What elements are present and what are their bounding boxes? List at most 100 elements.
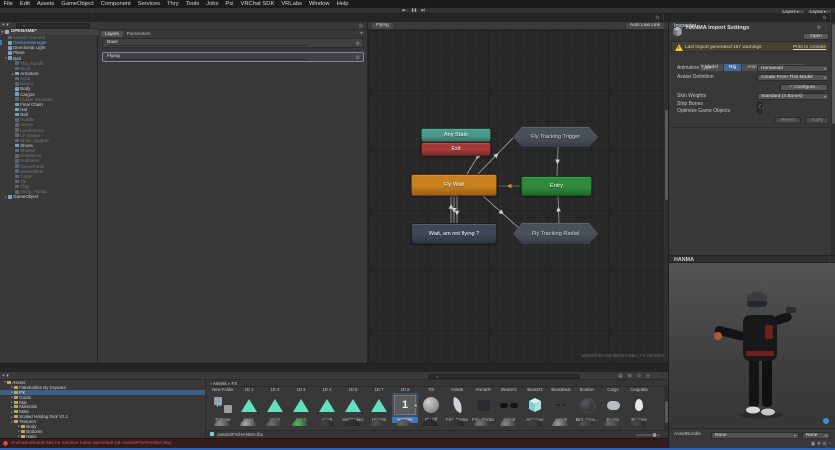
- menu-window[interactable]: Window: [305, 0, 333, 8]
- asset-thumbnail-fxbase[interactable]: ⇄: [210, 393, 236, 417]
- strip-bones-checkbox[interactable]: [757, 102, 762, 107]
- menu-component[interactable]: Component: [97, 0, 134, 8]
- auto-live-link-button[interactable]: Auto Live Link: [626, 23, 664, 29]
- clipped-asset-thumbnail[interactable]: [422, 419, 438, 426]
- layout-dropdown[interactable]: Layout ▾: [807, 9, 832, 14]
- hierarchy-search-input[interactable]: ⌕: [16, 23, 90, 28]
- avatar-definition-dropdown[interactable]: Create From This Model▾: [757, 74, 829, 81]
- clipped-asset-thumbnail[interactable]: [292, 419, 308, 426]
- animation-type-dropdown[interactable]: Humanoid▾: [757, 65, 829, 72]
- menu-tools[interactable]: Tools: [182, 0, 203, 8]
- project-breadcrumb[interactable]: ▾ Assets ▸ FX: [206, 380, 668, 387]
- kebab-menu-icon[interactable]: ⋮: [824, 25, 829, 31]
- status-bar[interactable]: ! AnimationEvent has no function name sp…: [0, 438, 668, 448]
- clipped-asset-thumbnail[interactable]: [526, 419, 542, 426]
- pause-button[interactable]: ❚❚: [410, 8, 419, 13]
- graph-breadcrumb[interactable]: Flying: [372, 23, 393, 29]
- clipped-asset-thumbnail[interactable]: [240, 419, 256, 426]
- animator-graph[interactable]: Any StateExit Fly Tracking Trigger Fly Wai…: [368, 30, 668, 363]
- lock-icon[interactable]: ⊙: [655, 15, 659, 21]
- subtab-parameters[interactable]: Parameters: [123, 31, 155, 37]
- menu-vrlabs[interactable]: VRLabs: [278, 0, 306, 8]
- gear-icon[interactable]: ⚙: [356, 41, 360, 47]
- asset-thumbnail-hair2[interactable]: [262, 393, 288, 417]
- add-layer-button[interactable]: +: [359, 31, 363, 37]
- optimize-checkbox[interactable]: [757, 109, 762, 114]
- asset-thumbnail-hanma[interactable]: 1: [392, 393, 418, 417]
- clipped-asset-thumbnail[interactable]: [266, 419, 282, 426]
- project-toolbar-icons[interactable]: ▤ ⊞ ⊙ ◎ ⋮: [618, 373, 662, 379]
- subtab-layers[interactable]: Layers: [101, 31, 123, 37]
- state-node-fly-tracking-trigger[interactable]: Fly Tracking Trigger: [513, 127, 598, 147]
- inspector-footer-icons[interactable]: ▣ ✚ ⊞ ◔: [811, 441, 831, 447]
- state-node-exit[interactable]: Exit: [421, 142, 491, 156]
- menu-psi[interactable]: Psi: [222, 0, 237, 8]
- gear-icon[interactable]: ⚙: [817, 25, 821, 31]
- state-node-wait-am-not-flying[interactable]: Wait, am not flying ?: [411, 223, 497, 244]
- asset-thumbnail-hairnot[interactable]: [366, 393, 392, 417]
- clipped-asset-thumbnail[interactable]: [344, 419, 360, 426]
- asset-thumbnail-fxs-persla[interactable]: [470, 393, 496, 417]
- clipped-asset-thumbnail[interactable]: [474, 419, 490, 426]
- asset-thumbnail-beanie[interactable]: [600, 393, 626, 417]
- clipped-asset-thumbnail[interactable]: [214, 419, 230, 426]
- clipped-asset-thumbnail[interactable]: [552, 419, 568, 426]
- menu-vrchat-sdk[interactable]: VRChat SDK: [237, 0, 278, 8]
- asset-thumbnail-hair1[interactable]: [236, 393, 262, 417]
- clipped-asset-thumbnail[interactable]: [448, 419, 464, 426]
- asset-thumbnail-hairbroken[interactable]: [340, 393, 366, 417]
- clipped-asset-thumbnail[interactable]: [500, 419, 516, 426]
- rig-tab-rig[interactable]: Rig: [724, 64, 742, 71]
- clipped-asset-thumbnail[interactable]: [630, 419, 646, 426]
- menu-jobs[interactable]: Jobs: [203, 0, 222, 8]
- breadcrumb-fx[interactable]: FX: [231, 381, 237, 386]
- open-button[interactable]: Open: [803, 33, 829, 40]
- asset-thumbnail-fly-off[interactable]: [418, 393, 444, 417]
- menu-services[interactable]: Services: [134, 0, 163, 8]
- preview-light-button[interactable]: [823, 418, 829, 424]
- revert-button[interactable]: Revert: [775, 117, 801, 124]
- menu-file[interactable]: File: [0, 0, 16, 8]
- layer-flying[interactable]: Flying⚙: [102, 52, 364, 62]
- clipped-asset-thumbnail[interactable]: [604, 419, 620, 426]
- layer-weight-slider[interactable]: [107, 45, 307, 46]
- state-node-any-state[interactable]: Any State: [421, 128, 491, 142]
- menu-thry[interactable]: Thry: [164, 0, 183, 8]
- inspector-vscrollbar[interactable]: [831, 22, 835, 255]
- project-add-button[interactable]: + ▾: [2, 373, 9, 379]
- hierarchy-item[interactable]: ▸GameObject: [0, 194, 98, 199]
- state-node-fly-tracking-radial[interactable]: Fly Tracking Radial: [513, 223, 598, 244]
- assetbundle-dropdown[interactable]: None▾: [711, 432, 799, 439]
- clipped-asset-thumbnail[interactable]: [370, 419, 386, 426]
- project-search-input[interactable]: ⌕: [428, 374, 580, 379]
- menu-gameobject[interactable]: GameObject: [58, 0, 98, 8]
- skin-weights-dropdown[interactable]: Standard (4 Bones)▾: [757, 93, 829, 100]
- kebab-menu-icon[interactable]: ⋮: [661, 15, 666, 21]
- hierarchy-add-button[interactable]: + ▾: [2, 22, 9, 28]
- model-preview[interactable]: [669, 263, 835, 428]
- step-button[interactable]: ▶▏: [420, 8, 429, 13]
- assetbundle-variant-dropdown[interactable]: None▾: [802, 432, 830, 439]
- layer-base[interactable]: Base⚙: [102, 38, 364, 48]
- asset-thumbnail-armature[interactable]: [522, 393, 548, 417]
- asset-thumbnail-hairb[interactable]: [314, 393, 340, 417]
- eye-icon[interactable]: ◎: [359, 23, 363, 29]
- asset-thumbnail-hair3[interactable]: [288, 393, 314, 417]
- apply-button[interactable]: Apply: [805, 117, 829, 124]
- menu-assets[interactable]: Assets: [33, 0, 57, 8]
- layers-dropdown[interactable]: Layers ▾: [780, 9, 805, 14]
- asset-thumbnail-beanie2[interactable]: [626, 393, 652, 417]
- breadcrumb-assets[interactable]: Assets: [213, 381, 227, 386]
- configure-button[interactable]: ✓ Configure...: [780, 84, 828, 91]
- menu-help[interactable]: Help: [333, 0, 352, 8]
- gear-icon[interactable]: ⚙: [356, 55, 360, 61]
- print-to-console-link[interactable]: Print to console: [793, 45, 826, 50]
- clipped-asset-thumbnail[interactable]: [396, 419, 412, 426]
- lock-icon[interactable]: ⊙: [822, 15, 826, 21]
- play-button[interactable]: ▶: [400, 8, 409, 13]
- clipped-asset-thumbnail[interactable]: [578, 419, 594, 426]
- asset-thumbnail-anim9[interactable]: [548, 393, 574, 417]
- state-node-fly-wait[interactable]: Fly Wait: [411, 174, 497, 196]
- hierarchy-menu-icon[interactable]: ⋮: [90, 14, 95, 22]
- preview-header[interactable]: HANMA ⋮: [669, 255, 835, 263]
